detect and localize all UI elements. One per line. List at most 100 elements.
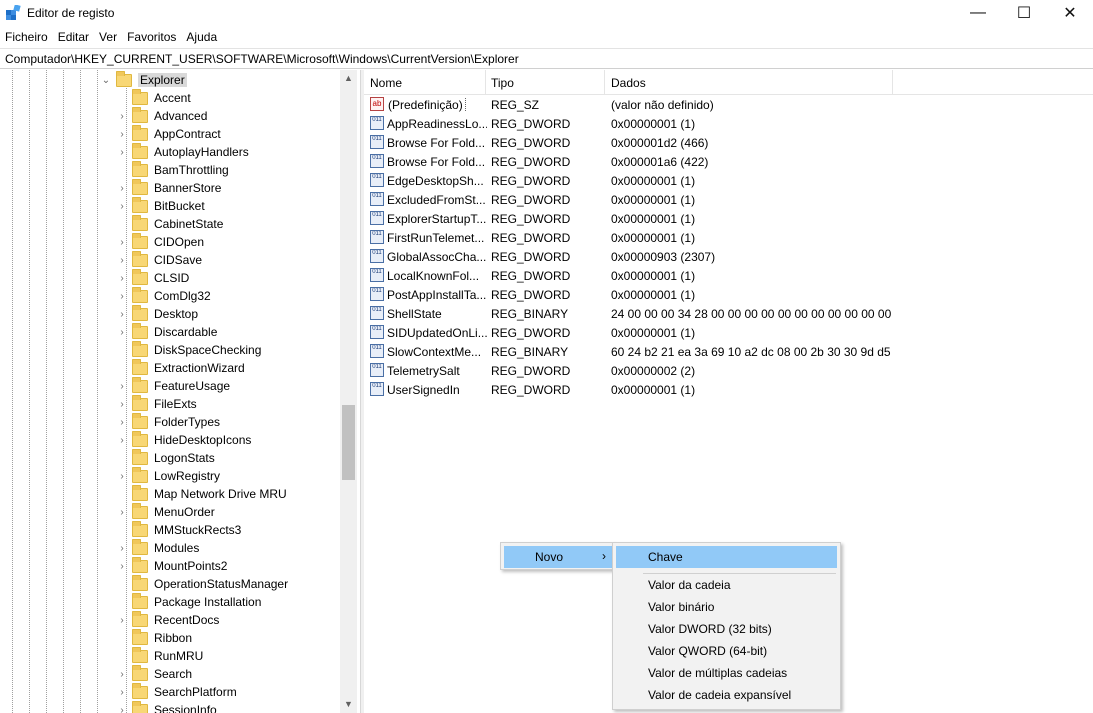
chevron-right-icon[interactable]: › xyxy=(117,381,127,392)
tree-item[interactable]: › LowRegistry xyxy=(117,466,220,485)
menu-file[interactable]: Ficheiro xyxy=(0,27,53,47)
tree-item[interactable]: MMStuckRects3 xyxy=(117,520,241,539)
tree-item[interactable]: › CIDSave xyxy=(117,250,202,269)
tree-item[interactable]: › Advanced xyxy=(117,106,207,125)
chevron-right-icon[interactable]: › xyxy=(117,309,127,320)
tree-item[interactable]: RunMRU xyxy=(117,646,203,665)
tree-item[interactable]: › AppContract xyxy=(117,124,221,143)
submenu-item-qword-value[interactable]: Valor QWORD (64-bit) xyxy=(616,640,837,662)
tree-item[interactable]: BamThrottling xyxy=(117,160,229,179)
address-bar[interactable]: Computador\HKEY_CURRENT_USER\SOFTWARE\Mi… xyxy=(0,48,1093,69)
value-row[interactable]: 011 UserSignedIn REG_DWORD 0x00000001 (1) xyxy=(364,380,1093,399)
chevron-right-icon[interactable]: › xyxy=(117,291,127,302)
column-divider[interactable] xyxy=(604,70,605,95)
column-header-type[interactable]: Tipo xyxy=(491,76,514,90)
column-header-name[interactable]: Nome xyxy=(370,76,402,90)
tree-item[interactable]: › HideDesktopIcons xyxy=(117,430,251,449)
chevron-right-icon[interactable]: › xyxy=(117,255,127,266)
value-row[interactable]: 011 TelemetrySalt REG_DWORD 0x00000002 (2) xyxy=(364,361,1093,380)
chevron-right-icon[interactable]: › xyxy=(117,273,127,284)
tree-item[interactable]: › CIDOpen xyxy=(117,232,204,251)
key-tree[interactable]: ⌄ Explorer Accent › Advanced › AppContract › A… xyxy=(0,70,357,713)
tree-item[interactable]: › SearchPlatform xyxy=(117,682,237,701)
tree-item[interactable]: LogonStats xyxy=(117,448,215,467)
value-row[interactable]: 011 ExcludedFromSt... REG_DWORD 0x00000001 … xyxy=(364,190,1093,209)
menu-item-new[interactable]: Novo › xyxy=(504,546,612,568)
menu-view[interactable]: Ver xyxy=(94,27,122,47)
chevron-right-icon[interactable]: › xyxy=(117,183,127,194)
value-row[interactable]: 011 AppReadinessLo... REG_DWORD 0x00000001 … xyxy=(364,114,1093,133)
tree-item[interactable]: Map Network Drive MRU xyxy=(117,484,287,503)
chevron-right-icon[interactable]: › xyxy=(117,147,127,158)
tree-item[interactable]: › Discardable xyxy=(117,322,217,341)
tree-item[interactable]: › BitBucket xyxy=(117,196,205,215)
submenu-item-multi-string-value[interactable]: Valor de múltiplas cadeias xyxy=(616,662,837,684)
menu-help[interactable]: Ajuda xyxy=(181,27,222,47)
chevron-right-icon[interactable]: › xyxy=(117,615,127,626)
value-row[interactable]: 011 Browse For Fold... REG_DWORD 0x000001d2… xyxy=(364,133,1093,152)
chevron-down-icon[interactable]: ⌄ xyxy=(101,75,111,86)
submenu-item-string-value[interactable]: Valor da cadeia xyxy=(616,574,837,596)
tree-item[interactable]: › FileExts xyxy=(117,394,197,413)
value-row[interactable]: 011 ExplorerStartupT... REG_DWORD 0x0000000… xyxy=(364,209,1093,228)
tree-item[interactable]: OperationStatusManager xyxy=(117,574,288,593)
scroll-down-arrow[interactable]: ▼ xyxy=(340,696,357,713)
tree-item[interactable]: › RecentDocs xyxy=(117,610,219,629)
value-row[interactable]: 011 FirstRunTelemet... REG_DWORD 0x00000001… xyxy=(364,228,1093,247)
value-row[interactable]: 011 EdgeDesktopSh... REG_DWORD 0x00000001 (… xyxy=(364,171,1093,190)
close-button[interactable]: ✕ xyxy=(1047,0,1093,26)
chevron-right-icon[interactable]: › xyxy=(117,705,127,713)
tree-item[interactable]: › Search xyxy=(117,664,192,683)
column-header-data[interactable]: Dados xyxy=(611,76,646,90)
tree-item[interactable]: › ComDlg32 xyxy=(117,286,211,305)
tree-item[interactable]: Package Installation xyxy=(117,592,261,611)
tree-item[interactable]: › BannerStore xyxy=(117,178,221,197)
tree-item[interactable]: CabinetState xyxy=(117,214,223,233)
chevron-right-icon[interactable]: › xyxy=(117,471,127,482)
chevron-right-icon[interactable]: › xyxy=(117,687,127,698)
chevron-right-icon[interactable]: › xyxy=(117,507,127,518)
value-row[interactable]: 011 Browse For Fold... REG_DWORD 0x000001a6… xyxy=(364,152,1093,171)
tree-scrollbar[interactable]: ▲ ▼ xyxy=(340,70,357,713)
tree-item[interactable]: › CLSID xyxy=(117,268,189,287)
value-row[interactable]: 011 PostAppInstallTa... REG_DWORD 0x0000000… xyxy=(364,285,1093,304)
address-path[interactable]: Computador\HKEY_CURRENT_USER\SOFTWARE\Mi… xyxy=(5,52,519,66)
value-row[interactable]: 011 SlowContextMe... REG_BINARY 60 24 b2 21… xyxy=(364,342,1093,361)
chevron-right-icon[interactable]: › xyxy=(117,237,127,248)
value-row[interactable]: 011 SIDUpdatedOnLi... REG_DWORD 0x00000001 … xyxy=(364,323,1093,342)
chevron-right-icon[interactable]: › xyxy=(117,111,127,122)
tree-item[interactable]: › FolderTypes xyxy=(117,412,220,431)
chevron-right-icon[interactable]: › xyxy=(117,399,127,410)
column-divider[interactable] xyxy=(485,70,486,95)
tree-item[interactable]: DiskSpaceChecking xyxy=(117,340,261,359)
submenu-item-key[interactable]: Chave xyxy=(616,546,837,568)
value-row[interactable]: 011 LocalKnownFol... REG_DWORD 0x00000001 (… xyxy=(364,266,1093,285)
tree-item-explorer[interactable]: ⌄ Explorer xyxy=(101,70,187,89)
chevron-right-icon[interactable]: › xyxy=(117,669,127,680)
chevron-right-icon[interactable]: › xyxy=(117,201,127,212)
chevron-right-icon[interactable]: › xyxy=(117,543,127,554)
tree-item[interactable]: › MountPoints2 xyxy=(117,556,227,575)
chevron-right-icon[interactable]: › xyxy=(117,435,127,446)
chevron-right-icon[interactable]: › xyxy=(117,417,127,428)
maximize-button[interactable]: ☐ xyxy=(1001,0,1047,26)
chevron-right-icon[interactable]: › xyxy=(117,327,127,338)
scroll-thumb[interactable] xyxy=(342,405,355,480)
submenu-item-expandable-string-value[interactable]: Valor de cadeia expansível xyxy=(616,684,837,706)
value-row[interactable]: 011 GlobalAssocCha... REG_DWORD 0x00000903 … xyxy=(364,247,1093,266)
submenu-item-dword-value[interactable]: Valor DWORD (32 bits) xyxy=(616,618,837,640)
tree-item[interactable]: › SessionInfo xyxy=(117,700,217,713)
chevron-right-icon[interactable]: › xyxy=(117,129,127,140)
tree-item[interactable]: › Modules xyxy=(117,538,199,557)
tree-item[interactable]: › FeatureUsage xyxy=(117,376,230,395)
scroll-up-arrow[interactable]: ▲ xyxy=(340,70,357,87)
tree-item[interactable]: Ribbon xyxy=(117,628,192,647)
menu-favorites[interactable]: Favoritos xyxy=(122,27,181,47)
chevron-right-icon[interactable]: › xyxy=(117,561,127,572)
value-row[interactable]: 011 ShellState REG_BINARY 24 00 00 00 34 28… xyxy=(364,304,1093,323)
tree-item[interactable]: Accent xyxy=(117,88,191,107)
submenu-item-binary-value[interactable]: Valor binário xyxy=(616,596,837,618)
column-divider[interactable] xyxy=(892,70,893,95)
minimize-button[interactable]: — xyxy=(955,0,1001,26)
tree-item[interactable]: › Desktop xyxy=(117,304,198,323)
